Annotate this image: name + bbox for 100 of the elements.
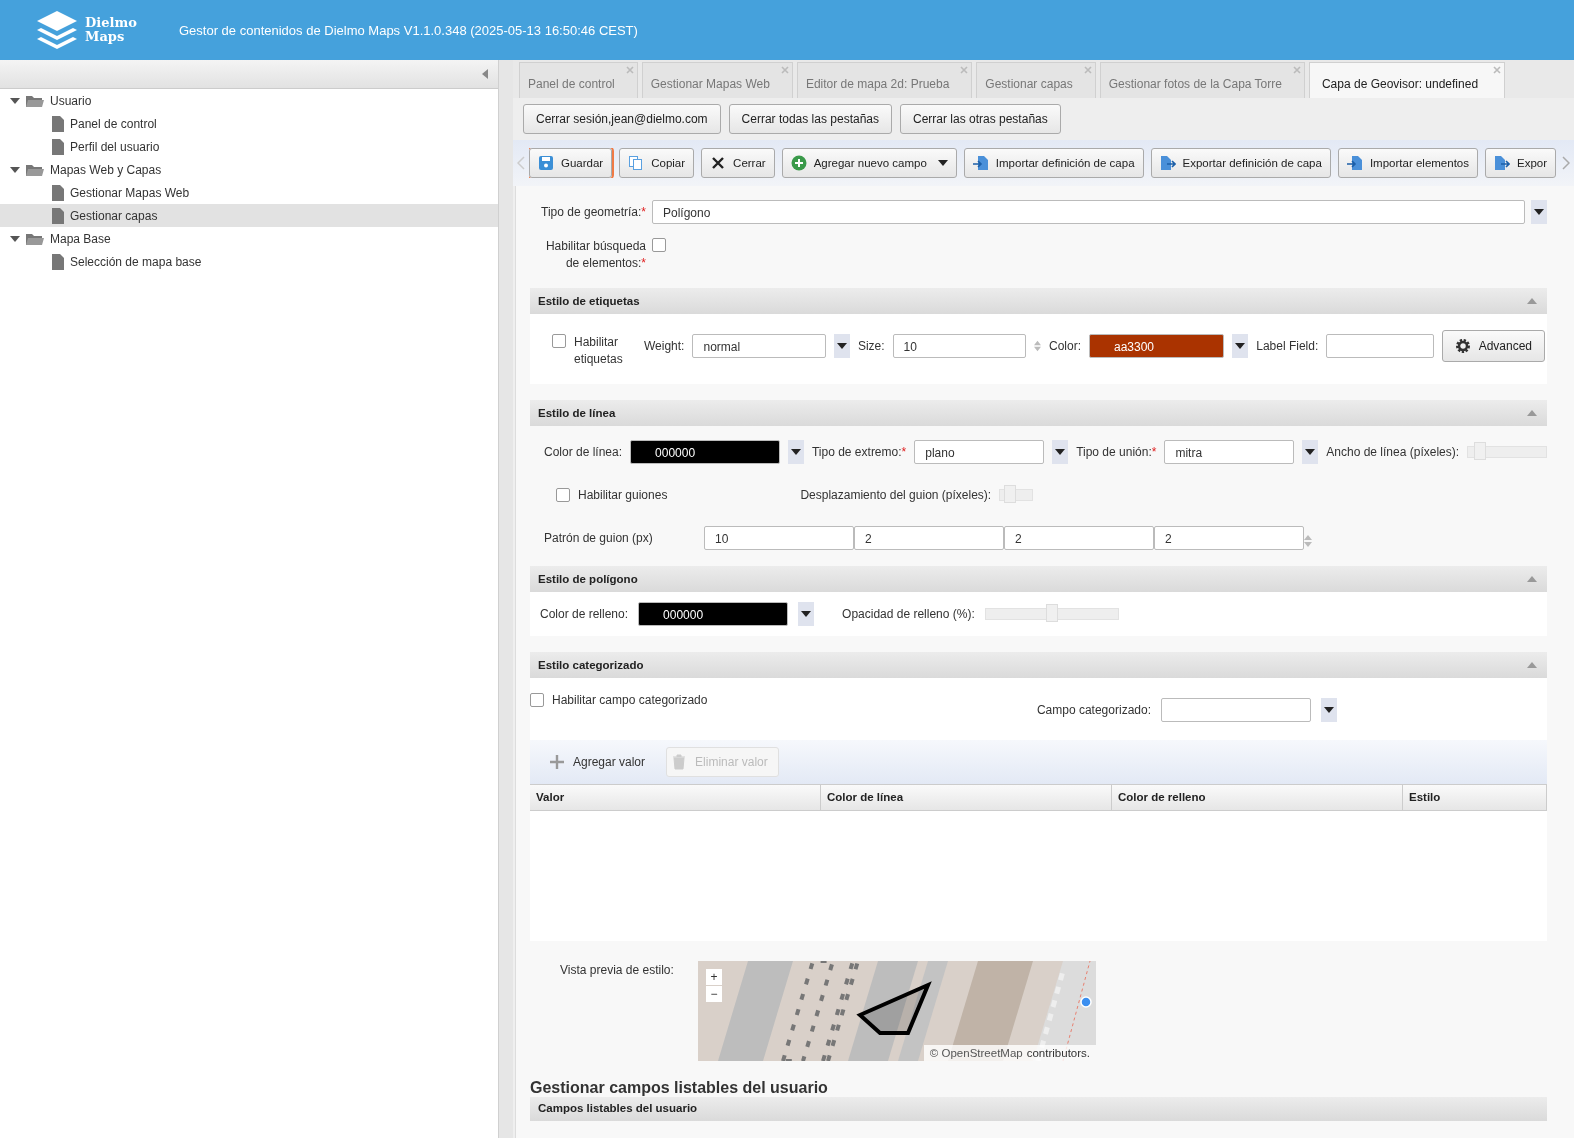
toolbar-button[interactable]: Cerrar bbox=[701, 148, 775, 178]
section-header[interactable]: Estilo de línea bbox=[530, 400, 1547, 426]
dropdown-field[interactable]: normal bbox=[692, 334, 826, 358]
dropdown-caret-icon[interactable] bbox=[1531, 200, 1547, 224]
dropdown-field[interactable]: mitra bbox=[1164, 440, 1295, 464]
collapse-icon[interactable] bbox=[1527, 298, 1537, 304]
tab[interactable]: Editor de mapa 2d: Prueba bbox=[796, 62, 973, 98]
slider-thumb[interactable] bbox=[1045, 604, 1058, 622]
toolbar-button[interactable]: Copiar bbox=[619, 148, 695, 178]
button[interactable]: Cerrar sesión,jean@dielmo.com bbox=[523, 104, 721, 134]
dropdown-caret-icon[interactable] bbox=[833, 334, 850, 358]
export-icon bbox=[1494, 155, 1510, 171]
field-label: Color de relleno: bbox=[540, 607, 629, 621]
tab[interactable]: Gestionar fotos de la Capa Torre bbox=[1099, 62, 1305, 98]
close-icon[interactable] bbox=[1493, 66, 1502, 74]
collapse-left-icon[interactable] bbox=[482, 69, 488, 79]
checkbox[interactable] bbox=[552, 334, 566, 348]
color-field[interactable]: 000000 bbox=[638, 602, 789, 626]
dropdown-field[interactable]: plano bbox=[914, 440, 1045, 464]
close-icon[interactable] bbox=[960, 66, 969, 74]
tab[interactable]: Gestionar capas bbox=[976, 62, 1096, 98]
folder-icon bbox=[26, 162, 44, 177]
field-label: Tipo de geometría:* bbox=[540, 205, 646, 219]
tree-item[interactable]: Mapa Base bbox=[0, 227, 498, 250]
section-header[interactable]: Estilo de polígono bbox=[530, 566, 1547, 592]
attribution-link[interactable]: © OpenStreetMap bbox=[929, 1047, 1023, 1059]
column-header[interactable]: Color de línea bbox=[821, 785, 1112, 810]
field-label: Size: bbox=[857, 339, 885, 353]
button[interactable]: Cerrar todas las pestañas bbox=[728, 104, 892, 134]
dropdown-field[interactable]: Polígono bbox=[652, 200, 1525, 224]
add-value-button[interactable]: Agregar valor bbox=[544, 747, 657, 777]
slider-thumb[interactable] bbox=[1473, 442, 1486, 460]
splitter-handle[interactable] bbox=[498, 60, 513, 1138]
close-icon[interactable] bbox=[625, 66, 634, 74]
tree-item[interactable]: Panel de control bbox=[0, 112, 498, 135]
color-field[interactable]: 000000 bbox=[630, 440, 780, 464]
number-field[interactable]: 2 bbox=[1004, 526, 1154, 550]
collapse-icon[interactable] bbox=[1527, 662, 1537, 668]
checkbox[interactable] bbox=[652, 238, 666, 252]
document-icon bbox=[52, 115, 64, 132]
toolbar-button[interactable]: Agregar nuevo campo bbox=[781, 148, 957, 178]
tab[interactable]: Gestionar Mapas Web bbox=[641, 62, 793, 98]
color-field[interactable]: aa3300 bbox=[1089, 334, 1225, 358]
folder-icon bbox=[26, 93, 44, 108]
collapse-icon[interactable] bbox=[1527, 410, 1537, 416]
checkbox-label: Habilitar campo categorizado bbox=[552, 693, 708, 707]
dropdown-caret-icon[interactable] bbox=[1321, 698, 1337, 722]
tree-item[interactable]: Mapas Web y Capas bbox=[0, 158, 498, 181]
close-icon[interactable] bbox=[1083, 66, 1092, 74]
panel-title: Campos listables del usuario bbox=[538, 1102, 698, 1114]
field-label: Desplazamiento del guion (píxeles): bbox=[800, 488, 992, 502]
dropdown-caret-icon[interactable] bbox=[1302, 440, 1319, 464]
expanded-caret-icon[interactable] bbox=[10, 233, 20, 244]
toolbar-button[interactable]: Guardar bbox=[529, 148, 613, 178]
dropdown-field[interactable] bbox=[1161, 698, 1311, 722]
scroll-right-icon[interactable] bbox=[1562, 156, 1570, 170]
slider-thumb[interactable] bbox=[1003, 485, 1016, 503]
expanded-caret-icon[interactable] bbox=[10, 95, 20, 106]
spinner-icon[interactable] bbox=[1034, 339, 1041, 353]
tab[interactable]: Panel de control bbox=[519, 62, 638, 98]
text-field[interactable] bbox=[1326, 334, 1434, 358]
number-field[interactable]: 10 bbox=[892, 334, 1026, 358]
dropdown-caret-icon[interactable] bbox=[1232, 334, 1249, 358]
toolbar-button[interactable]: Exportar definición de capa bbox=[1150, 148, 1331, 178]
column-header[interactable]: Color de relleno bbox=[1112, 785, 1403, 810]
zoom-in-button[interactable]: + bbox=[706, 969, 722, 985]
dropdown-caret-icon[interactable] bbox=[787, 440, 804, 464]
section-header[interactable]: Estilo de etiquetas bbox=[530, 288, 1547, 314]
tree-item[interactable]: Selección de mapa base bbox=[0, 250, 498, 273]
dropdown-caret-icon[interactable] bbox=[1052, 440, 1069, 464]
scroll-left-icon[interactable] bbox=[517, 156, 525, 170]
advanced-button[interactable]: Advanced bbox=[1441, 330, 1545, 362]
toolbar-button[interactable]: Importar definición de capa bbox=[963, 148, 1144, 178]
toolbar-button[interactable]: Expor bbox=[1485, 148, 1557, 178]
field-label: Tipo de extremo:* bbox=[811, 445, 907, 459]
tree-item[interactable]: Gestionar capas bbox=[0, 204, 498, 227]
section-header[interactable]: Estilo categorizado bbox=[530, 652, 1547, 678]
import-icon bbox=[1346, 155, 1363, 171]
field-label: Patrón de guion (px) bbox=[544, 531, 654, 545]
tree-item[interactable]: Gestionar Mapas Web bbox=[0, 181, 498, 204]
button[interactable]: Cerrar las otras pestañas bbox=[900, 104, 1061, 134]
tree-item[interactable]: Perfil del usuario bbox=[0, 135, 498, 158]
close-icon[interactable] bbox=[780, 66, 789, 74]
tab[interactable]: Capa de Geovisor: undefined bbox=[1308, 62, 1506, 98]
number-field[interactable]: 10 bbox=[704, 526, 854, 550]
toolbar-button[interactable]: Importar elementos bbox=[1337, 148, 1478, 178]
column-header[interactable]: Valor bbox=[530, 785, 821, 810]
zoom-out-button[interactable]: − bbox=[706, 986, 722, 1002]
checkbox[interactable] bbox=[556, 488, 570, 502]
checkbox[interactable] bbox=[530, 693, 544, 707]
dropdown-caret-icon[interactable] bbox=[798, 602, 815, 626]
number-field[interactable]: 2 bbox=[854, 526, 1004, 550]
tree-item[interactable]: Usuario bbox=[0, 89, 498, 112]
number-field[interactable]: 2 bbox=[1154, 526, 1304, 550]
close-icon[interactable] bbox=[1292, 66, 1301, 74]
collapse-icon[interactable] bbox=[1527, 576, 1537, 582]
expanded-caret-icon[interactable] bbox=[10, 164, 20, 175]
column-header[interactable]: Estilo bbox=[1403, 785, 1547, 810]
export-icon bbox=[1159, 155, 1176, 171]
attribution-text: contributors. bbox=[1026, 1047, 1090, 1059]
